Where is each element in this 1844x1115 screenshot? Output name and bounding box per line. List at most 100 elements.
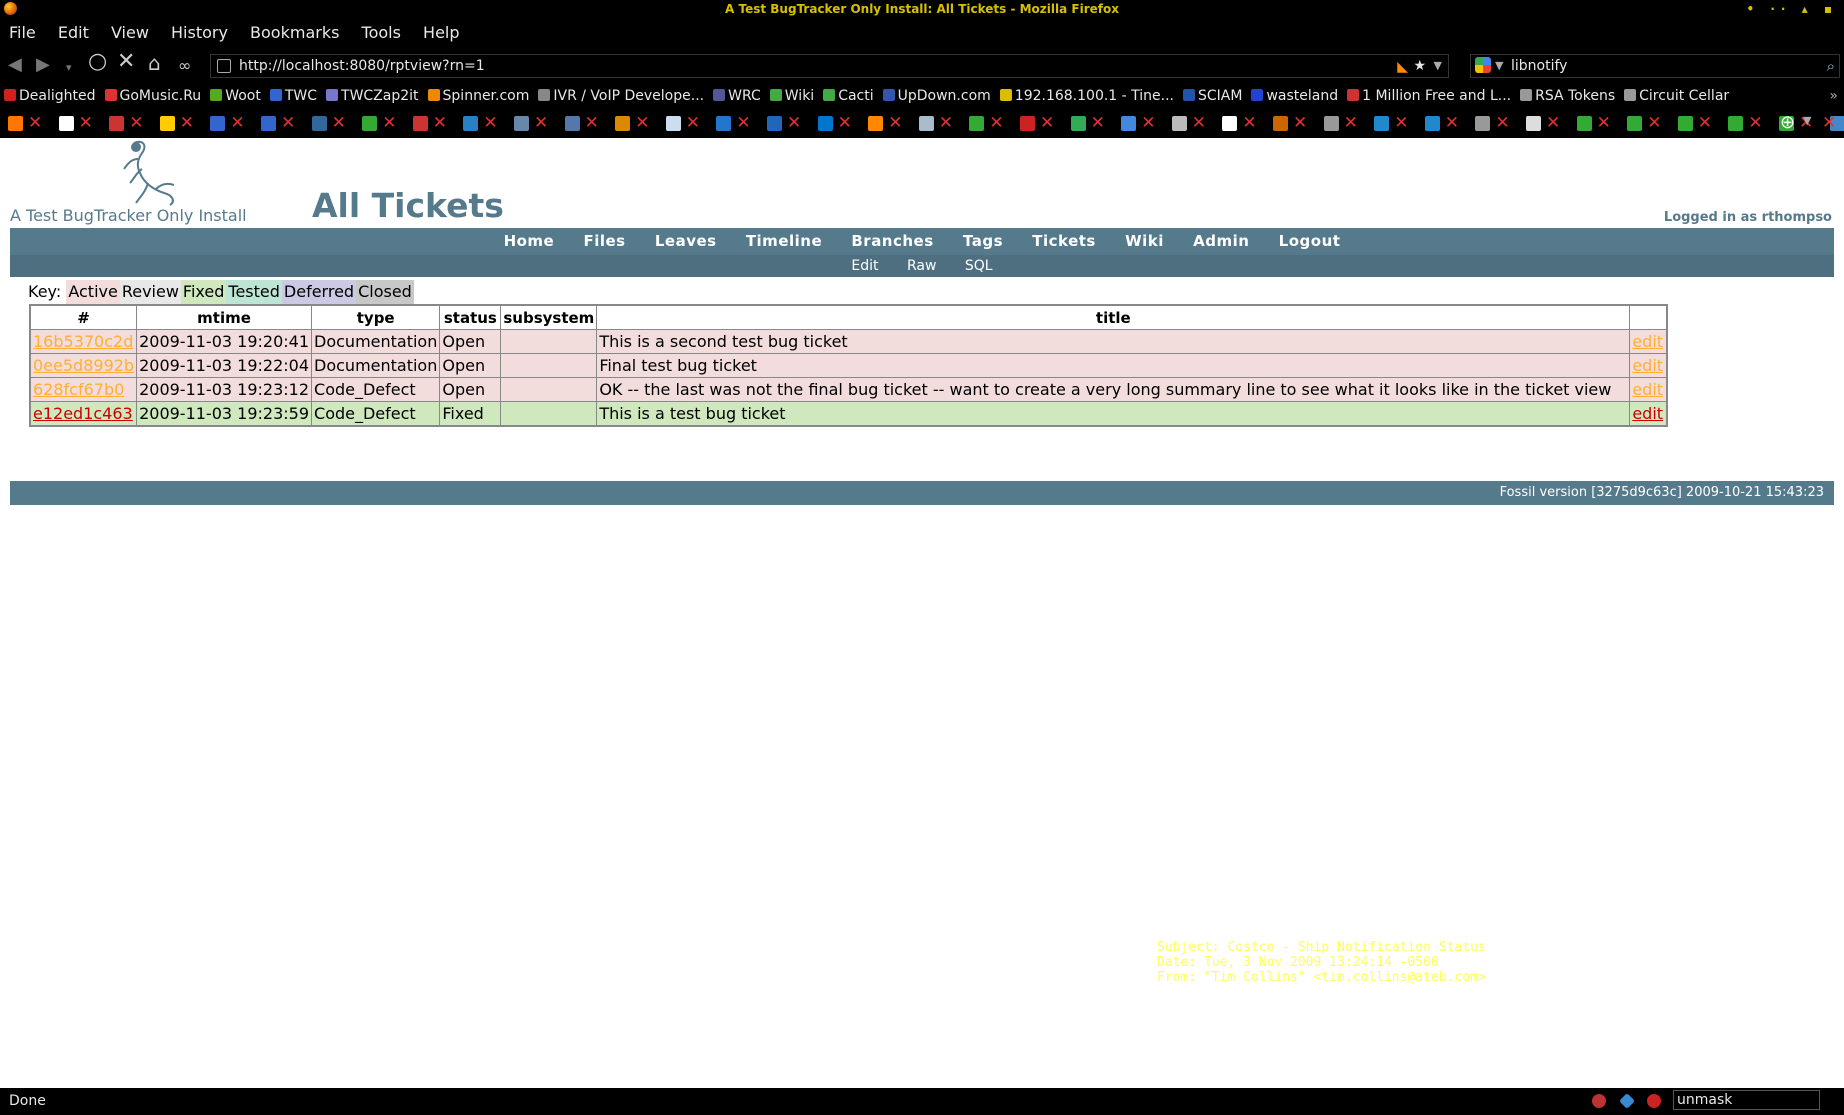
close-tab-icon[interactable]: ✕ <box>888 113 902 133</box>
close-tab-icon[interactable]: ✕ <box>1141 113 1155 133</box>
status-sync-icon[interactable] <box>1619 1093 1635 1109</box>
menu-view[interactable]: View <box>111 19 149 47</box>
menu-branches[interactable]: Branches <box>851 228 933 255</box>
tab-favicon-icon[interactable] <box>1526 116 1541 131</box>
bookmark-item[interactable]: UpDown.com <box>879 84 991 108</box>
bookmarks-overflow-icon[interactable]: » <box>1829 84 1838 108</box>
close-tab-icon[interactable]: ✕ <box>1822 113 1836 133</box>
column-header-title[interactable]: title <box>596 304 1631 330</box>
submenu-raw[interactable]: Raw <box>907 255 936 277</box>
close-tab-icon[interactable]: ✕ <box>281 113 295 133</box>
bookmark-item[interactable]: Spinner.com <box>424 84 529 108</box>
new-tab-icon[interactable]: ⊕ <box>1780 112 1795 133</box>
menu-history[interactable]: History <box>171 19 228 47</box>
url-text[interactable]: http://localhost:8080/rptview?rn=1 <box>239 55 485 77</box>
close-tab-icon[interactable]: ✕ <box>787 113 801 133</box>
tab-favicon-icon[interactable] <box>1020 116 1035 131</box>
bookmark-item[interactable]: TWCZap2it <box>322 84 419 108</box>
submenu-edit[interactable]: Edit <box>851 255 878 277</box>
tab-favicon-icon[interactable] <box>564 116 580 131</box>
close-tab-icon[interactable]: ✕ <box>635 113 649 133</box>
tab-favicon-icon[interactable] <box>969 116 985 131</box>
tab-favicon-icon[interactable] <box>1424 116 1440 131</box>
menu-logout[interactable]: Logout <box>1279 228 1341 255</box>
tab-favicon-icon[interactable] <box>362 116 378 131</box>
rss-feed-icon[interactable]: ◣ <box>1397 56 1408 78</box>
close-tab-icon[interactable]: ✕ <box>1647 113 1661 133</box>
tab-favicon-icon[interactable] <box>311 116 327 131</box>
menu-admin[interactable]: Admin <box>1193 228 1249 255</box>
bookmark-item[interactable]: RSA Tokens <box>1516 84 1615 108</box>
bookmark-item[interactable]: Woot <box>206 84 261 108</box>
menu-file[interactable]: File <box>9 19 36 47</box>
tab-favicon-icon[interactable] <box>817 116 833 131</box>
close-tab-icon[interactable]: ✕ <box>230 113 244 133</box>
edit-link[interactable]: edit <box>1632 404 1663 423</box>
google-icon[interactable] <box>1475 57 1491 73</box>
bookmark-item[interactable]: TWC <box>266 84 317 108</box>
close-tab-icon[interactable]: ✕ <box>129 113 143 133</box>
url-dropdown-icon[interactable]: ▼ <box>1434 55 1442 77</box>
url-bar[interactable]: http://localhost:8080/rptview?rn=1 ◣ ★ ▼ <box>210 54 1449 78</box>
bookmark-item[interactable]: Circuit Cellar <box>1620 84 1729 108</box>
bookmark-item[interactable]: SCIAM <box>1179 84 1242 108</box>
close-tab-icon[interactable]: ✕ <box>1546 113 1560 133</box>
close-tab-icon[interactable]: ✕ <box>28 113 42 133</box>
column-header-id[interactable]: # <box>29 304 138 330</box>
menu-edit[interactable]: Edit <box>58 19 89 47</box>
tab-favicon-icon[interactable] <box>1576 116 1592 131</box>
tab-favicon-icon[interactable] <box>1171 116 1187 131</box>
close-tab-icon[interactable]: ✕ <box>1192 113 1206 133</box>
column-header-status[interactable]: status <box>439 304 502 330</box>
menu-leaves[interactable]: Leaves <box>655 228 717 255</box>
tab-favicon-icon[interactable] <box>665 116 681 131</box>
column-header-type[interactable]: type <box>311 304 441 330</box>
search-icon[interactable]: ⌕ <box>1827 55 1835 77</box>
bookmark-item[interactable]: Cacti <box>819 84 874 108</box>
search-box[interactable]: ▼ libnotify ⌕ <box>1470 54 1840 78</box>
close-tab-icon[interactable]: ✕ <box>585 113 599 133</box>
edit-link[interactable]: edit <box>1632 332 1663 351</box>
submenu-sql[interactable]: SQL <box>965 255 993 277</box>
tab-favicon-icon[interactable] <box>1070 116 1086 131</box>
edit-link[interactable]: edit <box>1632 356 1663 375</box>
menu-help[interactable]: Help <box>423 19 459 47</box>
close-tab-icon[interactable]: ✕ <box>180 113 194 133</box>
tab-favicon-icon[interactable] <box>767 116 782 131</box>
tab-favicon-icon[interactable] <box>1677 116 1693 131</box>
close-tab-icon[interactable]: ✕ <box>1597 113 1611 133</box>
close-tab-icon[interactable]: ✕ <box>1293 113 1307 133</box>
close-tab-icon[interactable]: ✕ <box>332 113 346 133</box>
close-tab-icon[interactable]: ✕ <box>1040 113 1054 133</box>
tab-list-icon[interactable]: ▼ <box>1803 114 1811 127</box>
stop-icon[interactable]: ✕ <box>117 51 135 73</box>
bookmark-item[interactable]: WRC <box>709 84 761 108</box>
tab-favicon-icon[interactable] <box>1323 116 1339 131</box>
tab-favicon-icon[interactable] <box>463 116 479 131</box>
menu-timeline[interactable]: Timeline <box>746 228 822 255</box>
menu-bookmarks[interactable]: Bookmarks <box>250 19 339 47</box>
close-tab-icon[interactable]: ✕ <box>1698 113 1712 133</box>
tab-favicon-icon[interactable] <box>1374 116 1390 131</box>
bookmark-item[interactable]: GoMusic.Ru <box>101 84 201 108</box>
tab-favicon-icon[interactable] <box>109 116 125 131</box>
ticket-id-link[interactable]: e12ed1c463 <box>33 404 133 423</box>
close-tab-icon[interactable]: ✕ <box>1748 113 1762 133</box>
column-header-mtime[interactable]: mtime <box>136 304 313 330</box>
close-tab-icon[interactable]: ✕ <box>79 113 93 133</box>
menu-home[interactable]: Home <box>504 228 555 255</box>
column-header-subsystem[interactable]: subsystem <box>500 304 598 330</box>
unmask-field[interactable]: unmask <box>1673 1090 1820 1110</box>
bookmark-item[interactable]: wasteland <box>1247 84 1338 108</box>
window-controls[interactable]: • ·· ▴ ▪ <box>1747 0 1838 18</box>
tab-favicon-icon[interactable] <box>1728 116 1744 131</box>
tab-favicon-icon[interactable] <box>514 116 529 131</box>
reload-icon[interactable]: ○ <box>88 51 107 73</box>
edit-link[interactable]: edit <box>1632 380 1663 399</box>
close-tab-icon[interactable]: ✕ <box>1445 113 1459 133</box>
ticket-id-link[interactable]: 16b5370c2d <box>33 332 133 351</box>
tab-favicon-icon[interactable] <box>1627 116 1643 131</box>
bookmark-item[interactable]: Dealighted <box>0 84 96 108</box>
tab-favicon-icon[interactable] <box>918 116 934 131</box>
engine-dropdown-icon[interactable]: ▼ <box>1495 55 1503 77</box>
